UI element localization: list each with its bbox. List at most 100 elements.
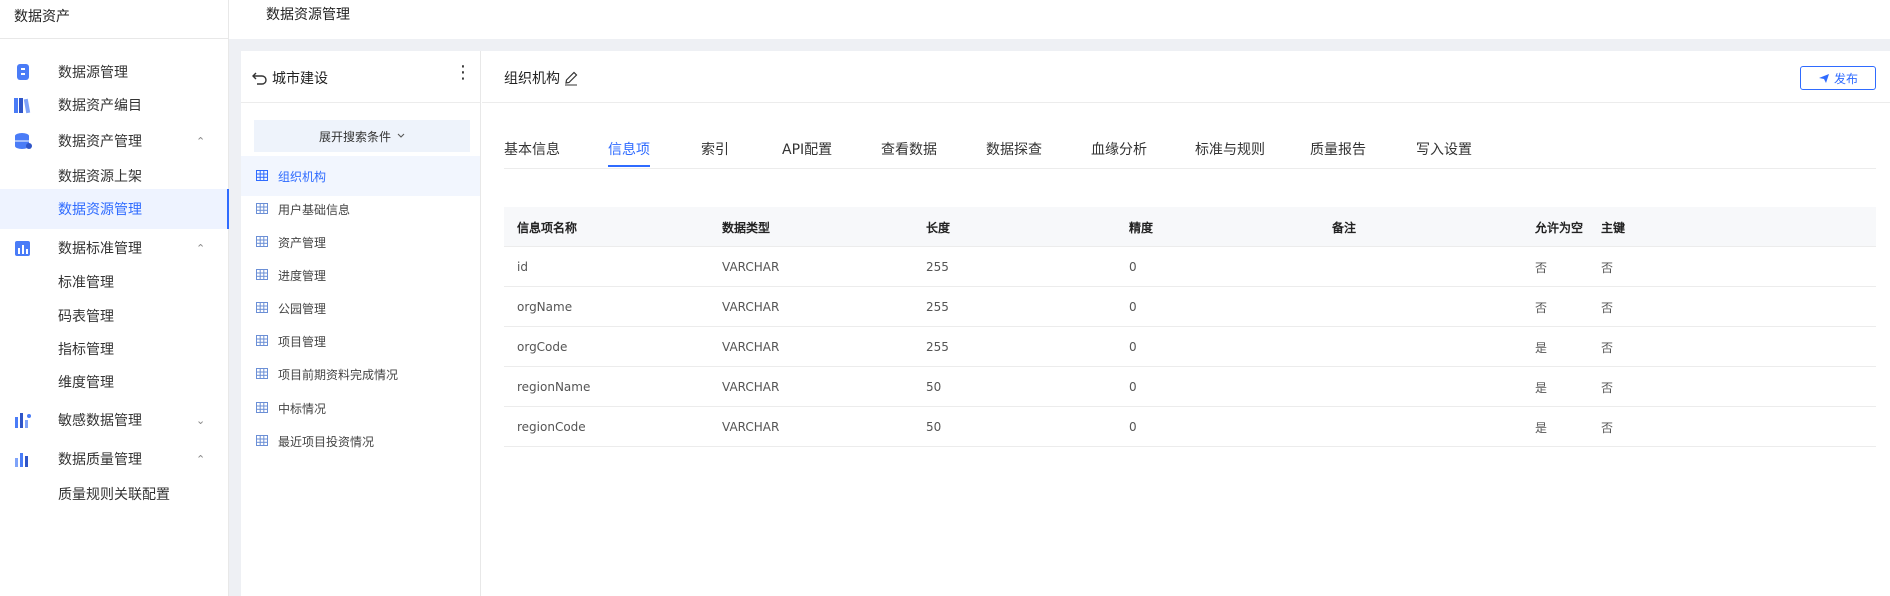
table-cell: regionCode [517,420,586,434]
table-cell: 255 [926,340,949,354]
table-cell: 否 [1535,260,1548,275]
menu-item-sensitive-data[interactable]: 敏感数据管理 ⌄ [0,400,229,440]
tab-item[interactable]: 数据探查 [986,139,1042,159]
menu-item-asset-management[interactable]: 数据资产管理 ⌃ [0,121,229,161]
tab-item[interactable]: 写入设置 [1416,139,1472,159]
content-divider [229,39,1890,51]
menu-item-quality-rules[interactable]: 质量规则关联配置 [0,474,229,514]
table-cell: id [517,260,528,274]
table-cell: 0 [1129,380,1137,394]
table-cell: 0 [1129,260,1137,274]
chevron-up-icon[interactable]: ⌃ [196,242,205,255]
database-server-icon [17,64,29,80]
column-header: 长度 [926,220,951,235]
sensitive-data-icon [15,413,31,428]
publish-label: 发布 [1833,71,1858,86]
table-cell: 否 [1601,260,1614,275]
tab-item[interactable]: 基本信息 [504,139,560,159]
tab-item[interactable]: 信息项 [608,139,650,167]
table-cell: 0 [1129,420,1137,434]
menu-item-label: 维度管理 [58,375,114,391]
table-cell: 255 [926,260,949,274]
table-cell: 是 [1535,380,1548,395]
resource-tree-panel: 城市建设 ⋮ 展开搜索条件 组织机构 用户基础信息 资产管理 进度管理 公园管理 项目管理… [241,51,481,596]
menu-item-dimensions[interactable]: 维度管理 [0,362,229,402]
expand-search-button[interactable]: 展开搜索条件 [254,120,470,152]
tree-item-label: 进度管理 [278,268,327,283]
tab-item[interactable]: 标准与规则 [1195,139,1265,159]
column-header: 允许为空 [1535,220,1584,235]
send-icon [1818,73,1829,83]
column-header: 备注 [1332,220,1357,235]
menu-item-label: 数据质量管理 [58,452,142,468]
table-row[interactable]: regionName VARCHAR 50 0 是 否 [504,367,1876,407]
resource-title-text: 组织机构 [504,71,560,87]
chevron-up-icon[interactable]: ⌃ [196,453,205,466]
menu-item-label: 质量规则关联配置 [58,487,170,503]
table-cell: VARCHAR [722,340,780,354]
table-cell: 否 [1601,340,1614,355]
menu-item-label: 数据资源上架 [58,169,142,185]
column-header: 信息项名称 [517,220,578,235]
table-cell: 255 [926,300,949,314]
tree-item-label: 最近项目投资情况 [278,434,375,449]
table-row[interactable]: id VARCHAR 255 0 否 否 [504,247,1876,287]
menu-item-label: 数据资产编目 [58,98,142,114]
table-icon [256,368,268,379]
database-stack-icon [15,133,32,149]
tree-item-label: 中标情况 [278,401,327,416]
tab-item[interactable]: 质量报告 [1310,139,1366,159]
table-cell: 0 [1129,340,1137,354]
column-header: 精度 [1129,220,1154,235]
tree-item-label: 用户基础信息 [278,202,351,217]
table-icon [256,402,268,413]
chevron-down-icon [397,133,405,138]
table-cell: 否 [1535,300,1548,315]
table-icon [256,269,268,280]
menu-item-catalog[interactable]: 数据资产编目 [0,85,229,125]
table-cell: 否 [1601,380,1614,395]
topbar: 数据资源管理 [241,0,1890,39]
back-button[interactable]: 城市建设 [252,68,328,88]
table-header: 信息项名称 数据类型 长度 精度 备注 允许为空 主键 [504,207,1876,247]
table-cell: 否 [1601,300,1614,315]
publish-button[interactable]: 发布 [1800,66,1876,90]
bar-chart-icon [15,241,30,256]
tab-bar: 基本信息 信息项 索引 API配置 查看数据 数据探查 血缘分析 标准与规则 质量报告 写入设置 [504,131,1876,169]
menu-item-resource-management[interactable]: 数据资源管理 [0,189,229,229]
table-row[interactable]: orgName VARCHAR 255 0 否 否 [504,287,1876,327]
table-cell: 否 [1601,420,1614,435]
menu-item-label: 码表管理 [58,309,114,325]
tab-item[interactable]: 索引 [701,139,729,159]
resource-title: 组织机构 [504,68,579,88]
table-row[interactable]: regionCode VARCHAR 50 0 是 否 [504,407,1876,447]
table-cell: VARCHAR [722,300,780,314]
undo-arrow-icon [252,72,267,85]
menu-item-label: 数据资产管理 [58,134,142,150]
table-icon [256,335,268,346]
quality-chart-icon [15,453,28,467]
tab-item[interactable]: 血缘分析 [1091,139,1147,159]
edit-pencil-icon[interactable] [563,70,579,86]
menu-item-label: 数据源管理 [58,65,128,81]
table-cell: 0 [1129,300,1137,314]
table-cell: orgName [517,300,573,314]
page-title: 数据资源管理 [266,7,350,23]
tab-item[interactable]: API配置 [782,139,832,159]
tree-item[interactable]: 最近项目投资情况 [241,421,480,461]
tree-title: 城市建设 [272,71,328,87]
content-divider [229,39,241,596]
main-panel: 组织机构 发布 基本信息 信息项 索引 API配置 查看数据 数据探查 血缘分析 标准与规则 质… [482,51,1890,596]
tree-item-label: 项目管理 [278,334,327,349]
expand-search-label: 展开搜索条件 [318,129,391,144]
table-row[interactable]: orgCode VARCHAR 255 0 是 否 [504,327,1876,367]
chevron-up-icon[interactable]: ⌃ [196,135,205,148]
chevron-down-icon[interactable]: ⌄ [196,414,205,427]
more-menu-icon[interactable]: ⋮ [454,64,472,82]
tree-item-label: 公园管理 [278,301,327,316]
tree-header: 城市建设 ⋮ [241,51,480,103]
sidebar-title: 数据资产 [0,0,228,39]
menu-item-label: 标准管理 [58,275,114,291]
menu-item-quality-management[interactable]: 数据质量管理 ⌃ [0,439,229,479]
tab-item[interactable]: 查看数据 [881,139,937,159]
